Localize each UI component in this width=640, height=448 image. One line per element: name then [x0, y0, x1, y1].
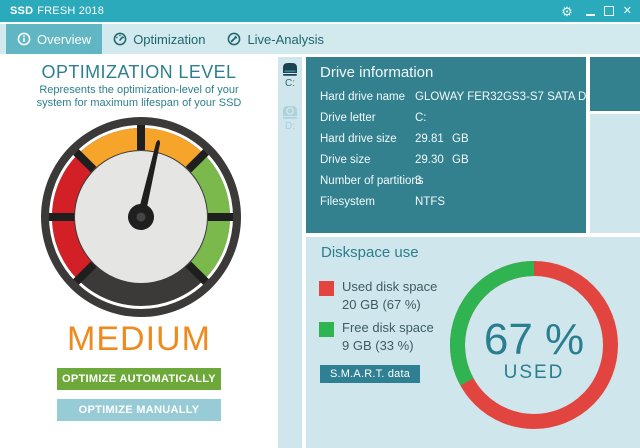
row-value: C:: [415, 112, 427, 124]
smart-data-button[interactable]: S.M.A.R.T. data: [320, 365, 421, 383]
drive-c-label: C:: [285, 78, 295, 89]
close-icon[interactable]: ✕: [623, 5, 632, 17]
table-row: Number of partitions 3: [320, 174, 582, 189]
subtitle-line-2: system for maximum lifespan of your SSD: [36, 97, 242, 109]
right-decor-block: [590, 57, 640, 111]
free-legend-text: Free disk space 9 GB (33 %): [342, 319, 434, 355]
window-title-rest: FRESH 2018: [37, 5, 105, 17]
donut-used-caption: USED: [503, 362, 565, 383]
row-label: Number of partitions: [320, 175, 424, 187]
tab-overview-label: Overview: [37, 31, 92, 47]
row-label: Hard drive name: [320, 91, 406, 103]
minimize-icon[interactable]: [585, 6, 595, 16]
donut-percent-text: 67 %: [483, 315, 585, 364]
row-value: 29.81: [415, 133, 444, 145]
row-unit: GB: [452, 154, 469, 166]
drive-information-title: Drive information: [320, 64, 434, 81]
tab-live-analysis[interactable]: Live-Analysis: [216, 24, 335, 54]
optimize-manually-button[interactable]: OPTIMIZE MANUALLY: [57, 399, 221, 421]
info-icon: [17, 32, 31, 46]
window-title: SSD FRESH 2018: [10, 5, 104, 17]
optimization-level-value: MEDIUM: [67, 320, 211, 358]
row-unit: GB: [452, 133, 469, 145]
drive-selector-strip: C: D:: [278, 57, 302, 448]
settings-gear-icon[interactable]: ⚙: [561, 5, 573, 18]
table-row: Filesystem NTFS: [320, 195, 582, 210]
row-label: Drive size: [320, 154, 371, 166]
tab-optimization-label: Optimization: [133, 31, 206, 47]
drive-information-rows: Hard drive name GLOWAY FER32GS3-S7 SATA …: [320, 90, 624, 210]
window-title-bold: SSD: [10, 5, 34, 17]
used-legend-label: Used disk space: [342, 279, 438, 294]
title-bar: SSD FRESH 2018 ⚙ ✕: [0, 0, 640, 22]
row-label: Filesystem: [320, 196, 375, 208]
right-decor-panel: [590, 114, 640, 233]
table-row: Hard drive name GLOWAY FER32GS3-S7 SATA …: [320, 90, 624, 105]
drive-item-d[interactable]: D:: [278, 104, 302, 132]
drive-d-label: D:: [285, 121, 295, 132]
speedometer-icon: [113, 32, 127, 46]
free-legend-swatch: [319, 322, 334, 337]
free-legend-label: Free disk space: [342, 320, 434, 335]
diskspace-panel: Diskspace use Used disk space 20 GB (67 …: [306, 237, 640, 448]
used-legend-swatch: [319, 281, 334, 296]
row-value: 29.30: [415, 154, 444, 166]
row-value: 3: [415, 175, 422, 187]
free-legend-detail: 9 GB (33 %): [342, 338, 414, 353]
optimization-gauge: [41, 117, 241, 317]
hard-drive-icon: [283, 63, 297, 76]
maximize-icon[interactable]: [603, 6, 614, 16]
tab-overview[interactable]: Overview: [6, 24, 103, 54]
drive-item-c[interactable]: C:: [278, 61, 302, 89]
subtitle-line-1: Represents the optimization-level of you…: [39, 84, 239, 96]
table-row: Hard drive size 29.81 GB: [320, 132, 582, 147]
ssd-fresh-window: SSD FRESH 2018 ⚙ ✕ Overview Optimization…: [0, 0, 640, 448]
row-label: Drive letter: [320, 112, 376, 124]
tab-optimization[interactable]: Optimization: [102, 24, 216, 54]
optical-drive-icon: [283, 106, 297, 119]
row-value: NTFS: [415, 196, 446, 208]
drive-information-panel: Drive information Hard drive name GLOWAY…: [306, 57, 624, 233]
tab-bar: Overview Optimization Live-Analysis: [0, 24, 640, 54]
pencil-icon: [228, 32, 241, 46]
tab-live-analysis-label: Live-Analysis: [247, 31, 325, 47]
optimization-level-subtitle: Represents the optimization-level of you…: [0, 84, 278, 110]
table-row: Drive letter C:: [320, 111, 582, 126]
row-label: Hard drive size: [320, 133, 397, 145]
table-row: Drive size 29.30 GB: [320, 153, 582, 168]
diskspace-title: Diskspace use: [321, 244, 419, 261]
used-legend-text: Used disk space 20 GB (67 %): [342, 278, 437, 314]
optimization-level-heading: OPTIMIZATION LEVEL: [41, 62, 237, 82]
used-legend-detail: 20 GB (67 %): [342, 297, 421, 312]
optimize-automatically-button[interactable]: OPTIMIZE AUTOMATICALLY: [57, 368, 221, 390]
